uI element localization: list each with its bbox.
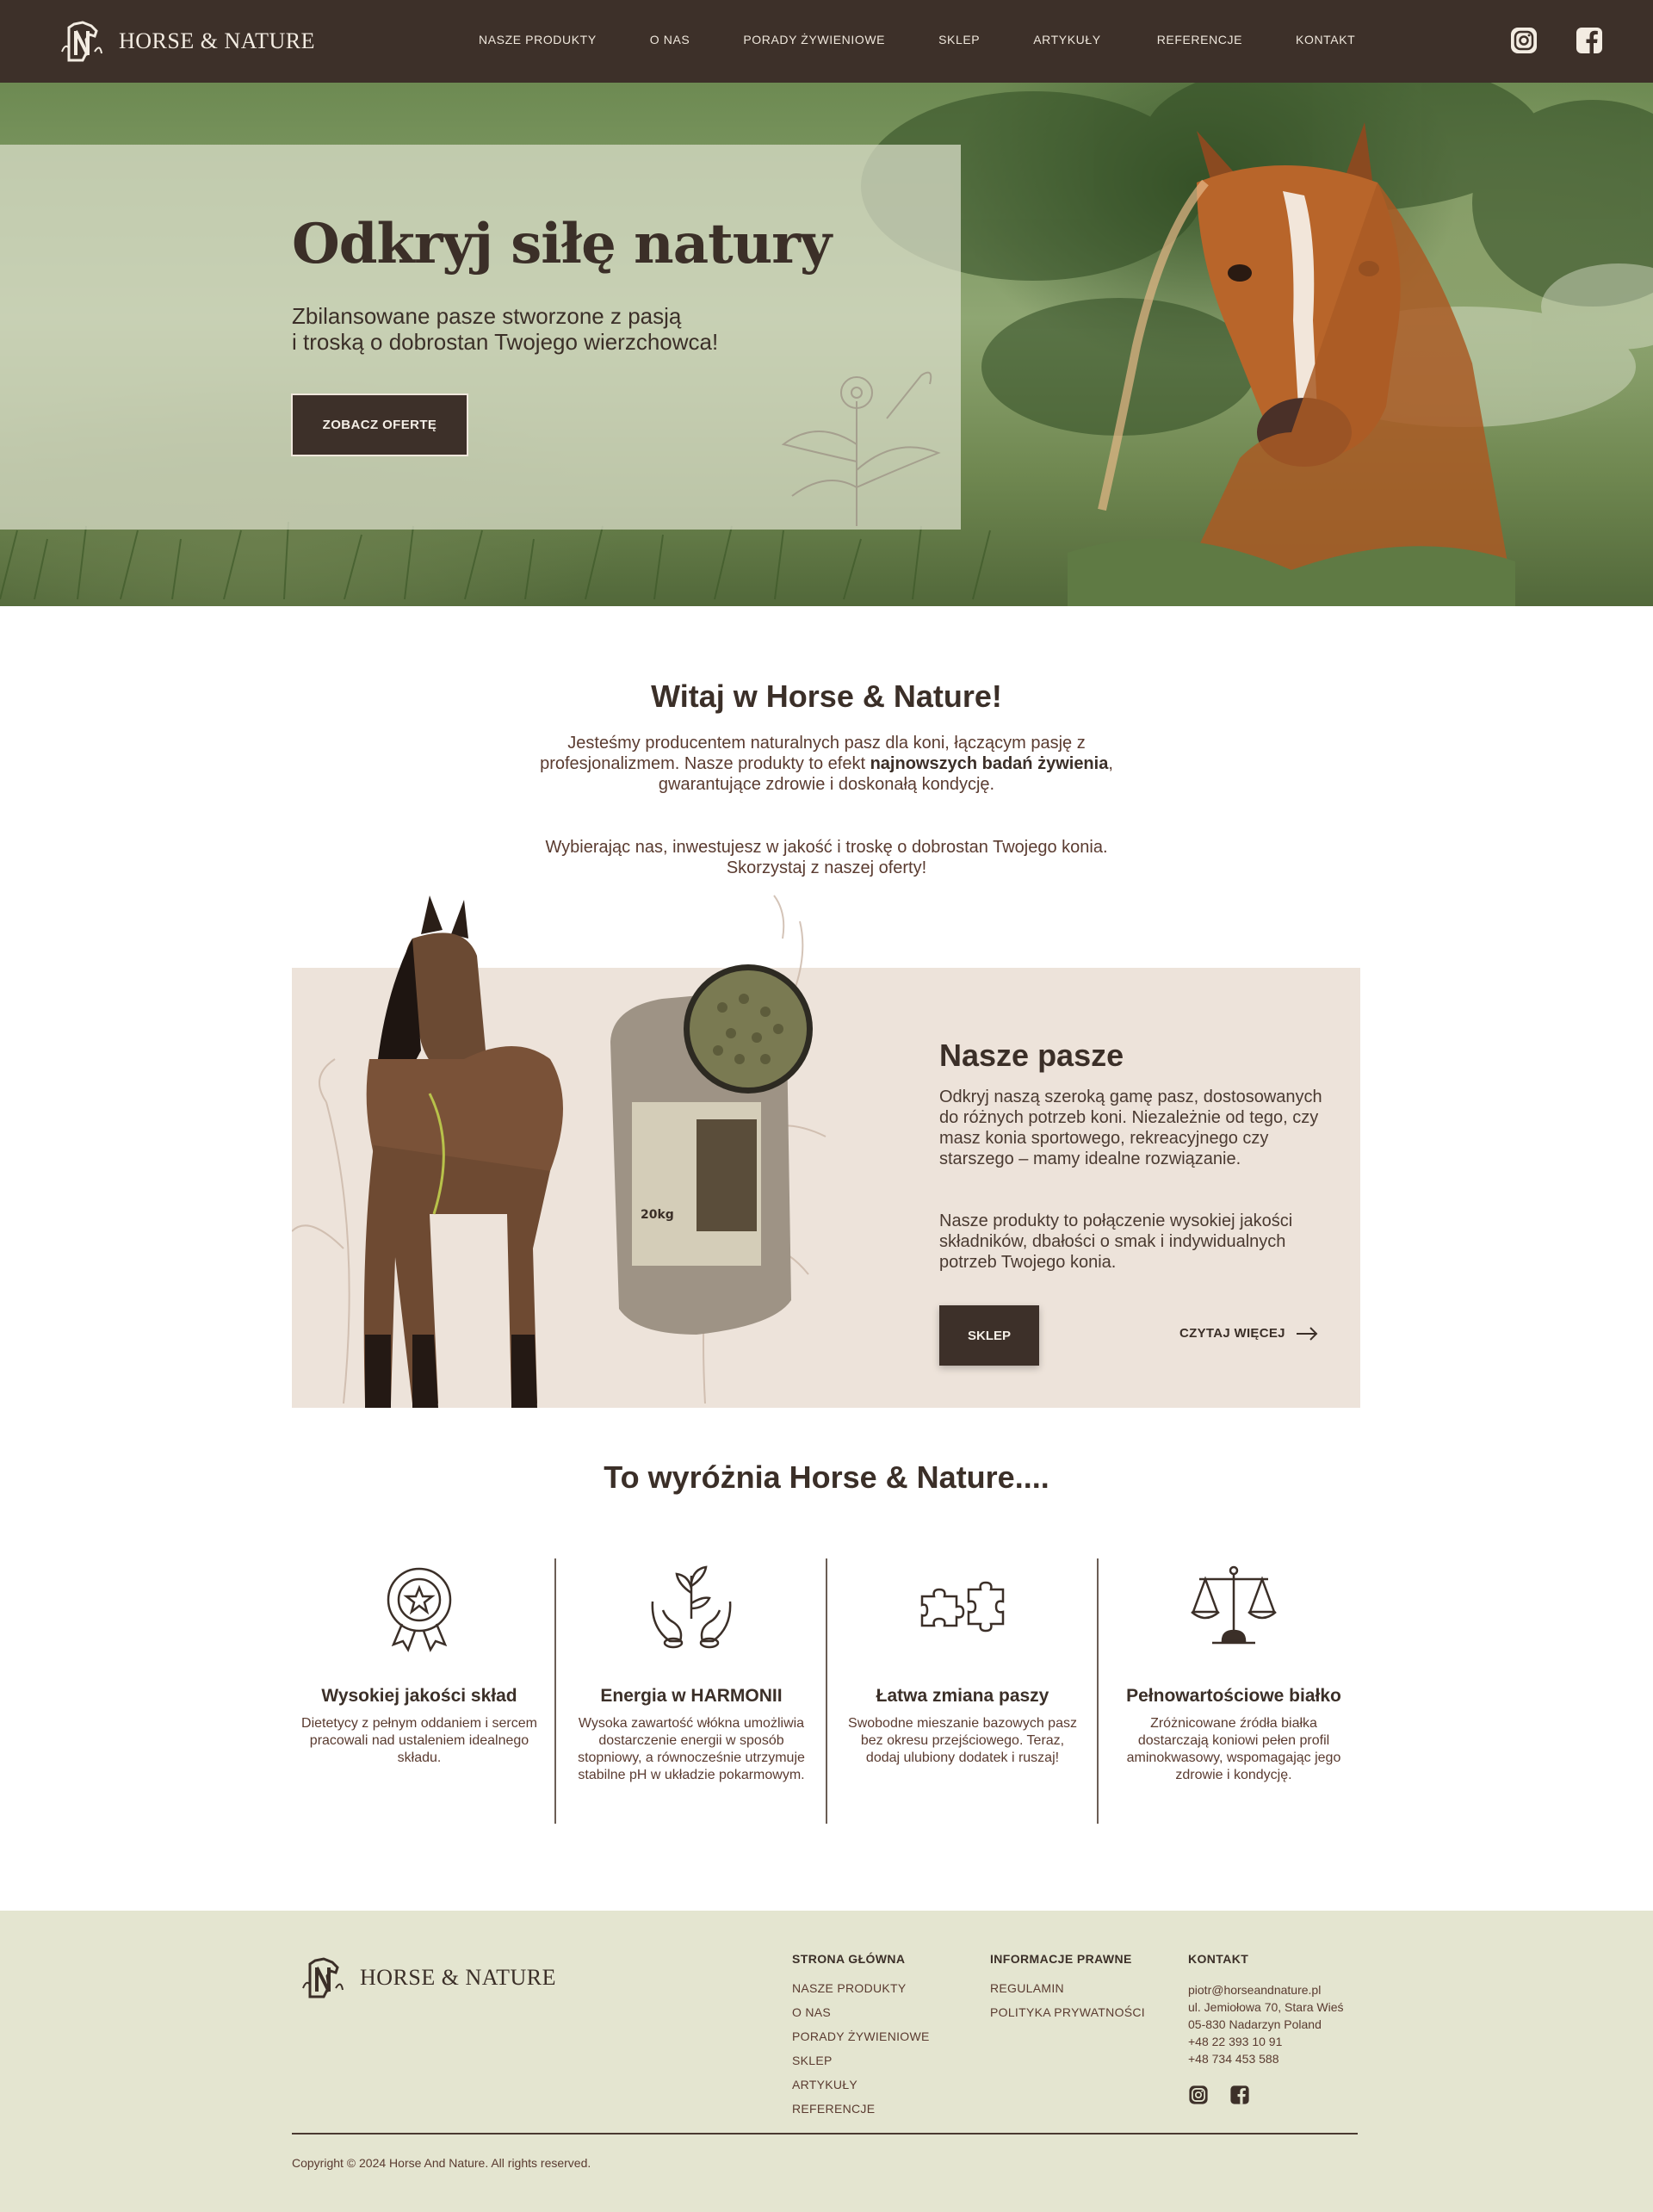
contact-email[interactable]: piotr@horseandnature.pl (1188, 1981, 1344, 1998)
footer-brand-name: HORSE & NATURE (360, 1965, 557, 1990)
feeds-paragraph-1: Odkryj naszą szeroką gamę pasz, dostosow… (939, 1087, 1322, 1168)
feature-item-easy-switch: Łatwa zmiana paszy Swobodne mieszanie ba… (827, 1558, 1098, 1767)
nav-item-contact[interactable]: KONTAKT (1296, 33, 1355, 46)
shop-button[interactable]: SKLEP (939, 1305, 1039, 1366)
nav-item-shop[interactable]: SKLEP (938, 33, 980, 46)
contact-phone-2[interactable]: +48 734 453 588 (1188, 2050, 1344, 2067)
footer-column-title: STRONA GŁÓWNA (792, 1952, 906, 1966)
footer-link-shop[interactable]: SKLEP (792, 2054, 930, 2067)
nav-item-advice[interactable]: PORADY ŻYWIENIOWE (743, 33, 885, 46)
hero-subtitle-line-1: Zbilansowane pasze stworzone z pasją (292, 303, 682, 329)
nav-item-references[interactable]: REFERENCJE (1157, 33, 1242, 46)
horse-logo-icon (302, 1957, 344, 1998)
footer-column-title: KONTAKT (1188, 1952, 1249, 1966)
feature-text: Swobodne mieszanie bazowych pasz bez okr… (848, 1716, 1077, 1765)
footer-logo[interactable]: HORSE & NATURE (298, 1954, 556, 2002)
brand-name: HORSE & NATURE (119, 28, 316, 53)
facebook-link[interactable] (1575, 26, 1604, 55)
scales-icon (1191, 1565, 1277, 1645)
footer-link-articles[interactable]: ARTYKUŁY (792, 2078, 930, 2091)
welcome-paragraph-2: Wybierając nas, inwestujesz w jakość i t… (545, 838, 1108, 877)
footer-link-products[interactable]: NASZE PRODUKTY (792, 1981, 930, 1995)
feature-title: Łatwa zmiana paszy (876, 1686, 1049, 1706)
site-footer: HORSE & NATURE STRONA GŁÓWNA NASZE PRODU… (0, 1911, 1653, 2212)
feeds-paragraph-2: Nasze produkty to połączenie wysokiej ja… (939, 1211, 1293, 1272)
feature-title: Energia w HARMONII (600, 1686, 783, 1706)
instagram-link[interactable] (1509, 26, 1538, 55)
footer-column-contact: KONTAKT piotr@horseandnature.pl ul. Jemi… (1188, 1952, 1344, 2105)
footer-link-advice[interactable]: PORADY ŻYWIENIOWE (792, 2029, 930, 2043)
arrow-right-icon (1296, 1326, 1318, 1341)
see-offer-button[interactable]: ZOBACZ OFERTĘ (291, 393, 468, 456)
nav-item-articles[interactable]: ARTYKUŁY (1033, 33, 1100, 46)
header-logo[interactable]: HORSE & NATURE (57, 17, 315, 65)
award-badge-icon (387, 1567, 452, 1652)
footer-link-privacy[interactable]: POLITYKA PRYWATNOŚCI (990, 2005, 1145, 2019)
feature-item-quality: Wysokiej jakości skład Dietetycy z pełny… (284, 1558, 554, 1767)
feature-text: Wysoka zawartość włókna umożliwia dostar… (578, 1716, 805, 1782)
footer-column-home: STRONA GŁÓWNA NASZE PRODUKTY O NAS PORAD… (792, 1952, 930, 2126)
read-more-link[interactable]: CZYTAJ WIĘCEJ (1179, 1326, 1318, 1341)
instagram-icon (1511, 28, 1537, 53)
nav-item-products[interactable]: NASZE PRODUKTY (479, 33, 597, 46)
horse-logo-icon (61, 21, 102, 62)
feature-item-protein: Pełnowartościowe białko Zróżnicowane źró… (1099, 1558, 1369, 1784)
footer-link-about[interactable]: O NAS (792, 2005, 930, 2019)
hero-subtitle-line-2: i troską o dobrostan Twojego wierzchowca… (292, 329, 719, 355)
top-header: HORSE & NATURE NASZE PRODUKTY O NAS PORA… (0, 0, 1653, 83)
contact-address-city: 05-830 Nadarzyn Poland (1188, 2017, 1322, 2031)
facebook-icon[interactable] (1229, 2085, 1250, 2105)
hero-section: Odkryj siłę natury Zbilansowane pasze st… (0, 83, 1653, 606)
horse-with-feed-bag-image: 20kg (292, 895, 826, 1408)
feeds-title: Nasze pasze (939, 1038, 1124, 1073)
feature-item-energy: Energia w HARMONII Wysoka zawartość włók… (556, 1558, 826, 1784)
footer-social-links (1188, 2085, 1344, 2105)
copyright-text: Copyright © 2024 Horse And Nature. All r… (292, 2156, 591, 2170)
contact-phone-1[interactable]: +48 22 393 10 91 (1188, 2033, 1344, 2050)
footer-link-references[interactable]: REFERENCJE (792, 2102, 930, 2116)
feature-title: Wysokiej jakości skład (321, 1686, 517, 1706)
feature-text: Dietetycy z pełnym oddaniem i sercem pra… (301, 1716, 537, 1765)
footer-column-title: INFORMACJE PRAWNE (990, 1952, 1132, 1966)
footer-divider-line (292, 2133, 1358, 2135)
contact-address-street: ul. Jemiołowa 70, Stara Wieś (1188, 2000, 1344, 2014)
instagram-icon[interactable] (1188, 2085, 1209, 2105)
nav-item-about[interactable]: O NAS (650, 33, 690, 46)
footer-column-legal: INFORMACJE PRAWNE REGULAMIN POLITYKA PRY… (990, 1952, 1145, 2029)
bag-weight-label: 20kg (641, 1208, 674, 1222)
footer-link-terms[interactable]: REGULAMIN (990, 1981, 1145, 1995)
chestnut-horse-image (1068, 122, 1515, 606)
puzzle-icon (920, 1581, 1005, 1633)
feature-text: Zróżnicowane źródła białka dostarczają k… (1126, 1716, 1341, 1782)
main-nav: NASZE PRODUKTY O NAS PORADY ŻYWIENIOWE S… (479, 33, 1355, 46)
hero-title: Odkryj siłę natury (292, 212, 832, 276)
hero-subtitle: Zbilansowane pasze stworzone z pasją i t… (292, 303, 808, 355)
read-more-label: CZYTAJ WIĘCEJ (1179, 1326, 1285, 1341)
welcome-text-bold: najnowszych badań żywienia (870, 754, 1109, 773)
hands-plant-icon (651, 1565, 732, 1649)
flower-sketch-decoration (781, 371, 941, 526)
feature-title: Pełnowartościowe białko (1126, 1686, 1341, 1706)
welcome-paragraph-1: Jesteśmy producentem naturalnych pasz dl… (525, 733, 1128, 795)
welcome-title: Witaj w Horse & Nature! (651, 678, 1002, 714)
facebook-icon (1576, 28, 1602, 53)
features-title: To wyróżnia Horse & Nature.... (604, 1459, 1049, 1495)
